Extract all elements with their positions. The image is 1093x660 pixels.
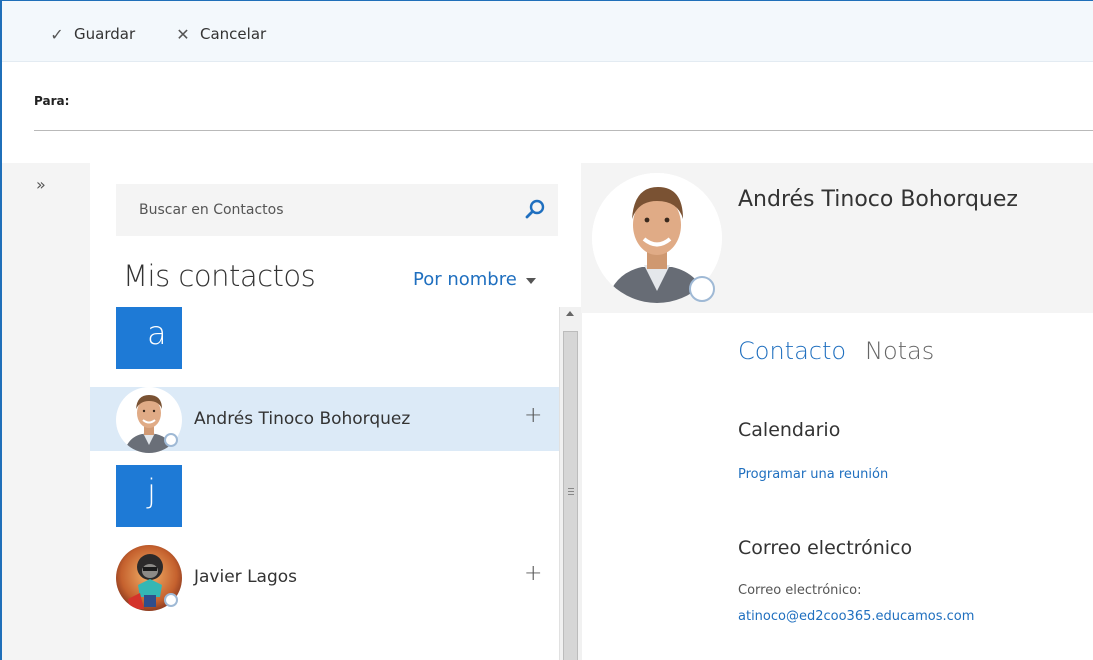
letter-header-j: j [116,465,182,527]
contact-detail-header: Andrés Tinoco Bohorquez [581,163,1093,313]
detail-contact-name: Andrés Tinoco Bohorquez [738,187,1018,212]
to-label: Para: [34,94,70,108]
tab-contacto[interactable]: Contacto [738,337,846,365]
navigation-strip [2,163,90,660]
contacts-list-title: Mis contactos [123,259,316,293]
double-chevron-right-icon[interactable]: » [36,175,46,194]
presence-circle-icon [689,276,715,302]
search-box [116,184,558,236]
search-icon[interactable] [524,198,546,220]
email-address-link[interactable]: atinoco@ed2coo365.educamos.com [738,609,974,624]
contacts-scrollbar[interactable] [559,307,582,660]
to-field-underline[interactable] [34,130,1093,131]
schedule-meeting-link[interactable]: Programar una reunión [738,467,888,482]
presence-circle-icon [164,593,178,607]
toolbar: ✓ Guardar ✕ Cancelar [2,1,1093,62]
tab-notas[interactable]: Notas [865,337,934,365]
presence-circle-icon [164,433,178,447]
letter-header-a: a [116,307,182,369]
checkmark-icon: ✓ [50,24,64,44]
x-icon: ✕ [176,24,190,44]
calendar-section-title: Calendario [738,419,841,441]
plus-icon[interactable]: + [524,403,542,428]
search-input[interactable] [116,184,529,236]
save-label: Guardar [74,25,136,43]
contact-row-andres[interactable]: Andrés Tinoco Bohorquez + [90,387,559,453]
sort-label: Por nombre [413,269,517,290]
caret-down-icon [525,277,536,284]
save-button[interactable]: ✓ Guardar [48,23,135,45]
contact-row-javier[interactable]: Javier Lagos + [90,545,559,611]
contact-name: Andrés Tinoco Bohorquez [194,409,411,429]
email-field-label: Correo electrónico: [738,583,862,598]
app-window: ✓ Guardar ✕ Cancelar Para: » Mis contact… [0,0,1093,660]
scroll-up-icon[interactable] [566,311,574,316]
cancel-button[interactable]: ✕ Cancelar [174,23,266,45]
sort-dropdown[interactable]: Por nombre [413,269,536,290]
plus-icon[interactable]: + [524,561,542,586]
cancel-label: Cancelar [200,25,267,43]
grip-icon [568,488,574,497]
scrollbar-thumb[interactable] [563,331,578,660]
contact-name: Javier Lagos [194,567,298,587]
email-section-title: Correo electrónico [738,537,913,559]
